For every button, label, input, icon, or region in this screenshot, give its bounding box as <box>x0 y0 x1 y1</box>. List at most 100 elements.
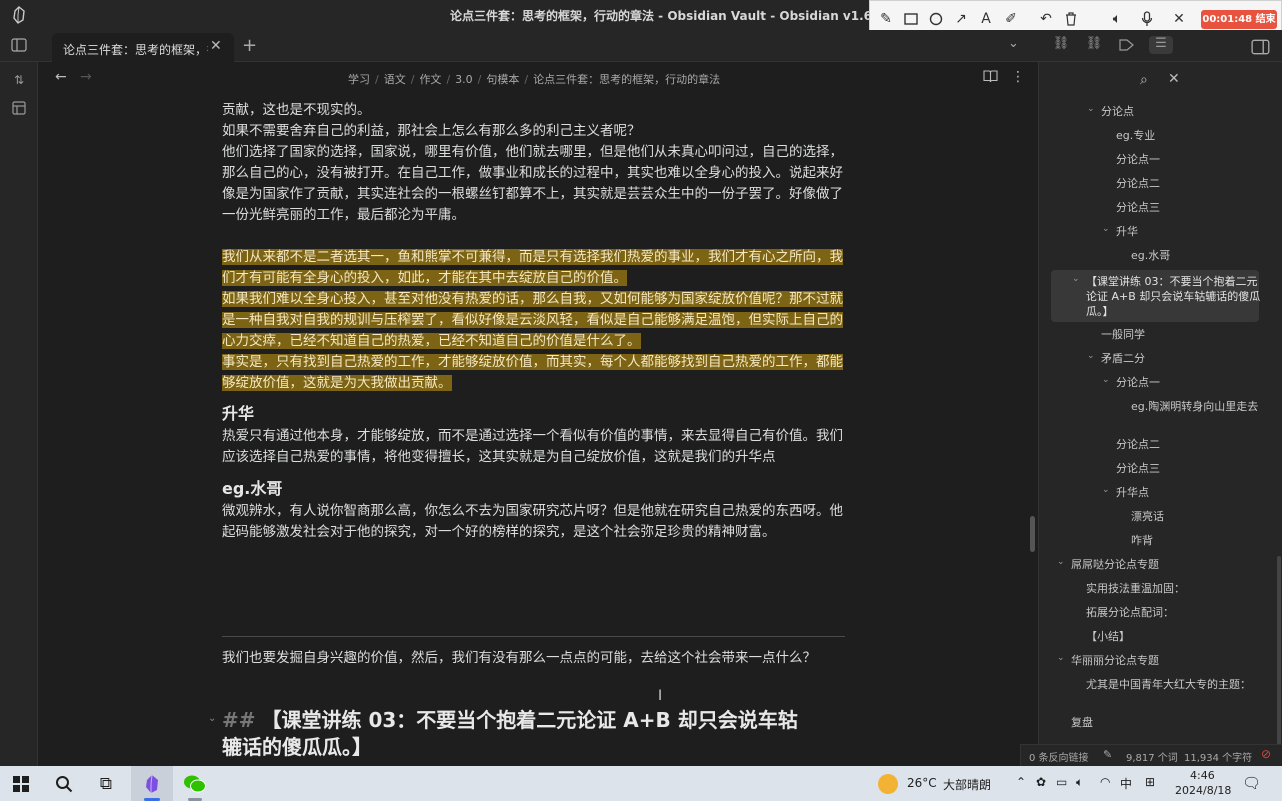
breadcrumb-item[interactable]: 3.0 <box>455 73 473 86</box>
outline-item[interactable]: 分论点一 <box>1116 375 1261 390</box>
fold-chevron-icon[interactable]: ⌄ <box>208 713 216 724</box>
tags-icon[interactable] <box>1117 36 1137 54</box>
outline-item[interactable]: 升华 <box>1116 224 1261 239</box>
notification-icon[interactable]: 🗨︎ <box>1242 774 1261 792</box>
arrow-icon[interactable]: ↗ <box>952 10 970 28</box>
rectangle-icon[interactable] <box>902 10 920 28</box>
outline-chevron-icon[interactable]: ⌄ <box>1102 224 1110 234</box>
outline-item[interactable]: eg.水哥 <box>1131 248 1261 263</box>
outline-scrollbar[interactable] <box>1277 556 1281 756</box>
text-icon[interactable]: A <box>977 10 995 28</box>
breadcrumb-current[interactable]: 论点三件套：思考的框架，行动的章法 <box>533 73 720 86</box>
new-tab-button[interactable]: + <box>242 35 257 56</box>
outline-item[interactable]: 升华点 <box>1116 485 1261 500</box>
weather-description[interactable]: 大部晴朗 <box>943 776 991 793</box>
quick-switcher-icon[interactable]: ⇅ <box>10 73 28 91</box>
windows-start-icon[interactable] <box>9 772 33 796</box>
navigate-forward-icon[interactable]: → <box>80 69 92 85</box>
highlighter-icon[interactable]: ✐ <box>1002 10 1020 28</box>
breadcrumb-item[interactable]: 语文 <box>384 73 406 86</box>
weather-temperature[interactable]: 26°C <box>907 776 937 790</box>
outline-chevron-icon[interactable]: ⌄ <box>1102 485 1110 495</box>
outline-item[interactable]: 一般同学 <box>1101 327 1261 342</box>
left-sidebar-toggle-icon[interactable] <box>11 38 27 52</box>
outline-chevron-icon[interactable]: ⌄ <box>1087 104 1095 114</box>
wifi-icon[interactable]: ◠ <box>1100 775 1110 789</box>
tab-bar: 论点三件套：思考的框架，行动的章法 ✕ + ⌄ ⛓︎ ⛓︎ ☰ <box>0 30 1282 62</box>
template-icon[interactable] <box>10 101 28 119</box>
status-backlinks[interactable]: 0 条反向链接 <box>1029 749 1089 764</box>
status-char-count: 11,934 个字符 <box>1184 753 1253 764</box>
outline-chevron-icon[interactable]: ⌄ <box>1072 274 1080 284</box>
outline-item[interactable]: 咋背 <box>1131 533 1261 548</box>
collapse-all-icon[interactable]: ✕ <box>1168 71 1180 87</box>
outline-item[interactable]: 分论点二 <box>1116 437 1261 452</box>
show-hidden-icons-chevron-icon[interactable]: ⌃ <box>1016 775 1026 789</box>
outline-sidebar: ⌕ ✕ ⌄ 分论点 eg.专业 分论点一 分论点二 分论点三 ⌄ 升华 eg.水哥 ⌄ 【课堂讲练 … <box>1038 62 1282 766</box>
undo-icon[interactable]: ↶ <box>1037 10 1055 28</box>
left-ribbon: ⇅ <box>0 62 38 766</box>
obsidian-app-icon[interactable] <box>140 772 164 796</box>
outline-item[interactable]: 拓展分论点配词： <box>1086 605 1261 620</box>
outline-chevron-icon[interactable]: ⌄ <box>1057 557 1065 567</box>
tray-app-icon[interactable]: ✿ <box>1036 775 1046 789</box>
outline-chevron-icon[interactable]: ⌄ <box>1087 351 1095 361</box>
microphone-icon[interactable] <box>1138 10 1156 28</box>
outline-item[interactable]: 漂亮话 <box>1131 509 1261 524</box>
chevron-down-icon[interactable]: ⌄ <box>1008 36 1019 51</box>
wechat-app-icon[interactable] <box>183 772 207 796</box>
outline-item[interactable]: 分论点 <box>1101 104 1261 119</box>
pencil-icon[interactable]: ✎ <box>1103 748 1112 761</box>
outline-item[interactable]: 屌屌哒分论点专题 <box>1071 557 1261 572</box>
close-icon[interactable]: ✕ <box>1170 10 1188 28</box>
outline-chevron-icon[interactable]: ⌄ <box>1057 653 1065 663</box>
clock-time[interactable]: 4:46 <box>1190 769 1215 782</box>
outline-item[interactable]: 华丽丽分论点专题 <box>1071 653 1261 668</box>
right-sidebar-toggle-icon[interactable] <box>1251 38 1271 56</box>
outline-chevron-icon[interactable]: ⌄ <box>1102 375 1110 385</box>
task-view-icon[interactable]: ⧉ <box>94 772 118 796</box>
trash-icon[interactable] <box>1062 10 1080 28</box>
outline-item[interactable]: 矛盾二分 <box>1101 351 1261 366</box>
tab-close-icon[interactable]: ✕ <box>210 38 222 54</box>
outline-item[interactable]: eg.陶渊明转身向山里走去 <box>1131 399 1261 414</box>
note-content[interactable]: 贡献，这也是不现实的。 如果不需要舍弃自己的利益，那社会上怎么有那么多的利己主义… <box>222 100 847 543</box>
reading-view-icon[interactable] <box>983 70 998 87</box>
breadcrumb-item[interactable]: 学习 <box>348 73 370 86</box>
recording-timer-stop-button[interactable]: 00:01:48 结束 <box>1201 10 1277 29</box>
input-method-indicator[interactable]: 中 <box>1120 775 1132 792</box>
circle-icon[interactable] <box>927 10 945 28</box>
tab-active-note[interactable]: 论点三件套：思考的框架，行动的章法 ✕ <box>52 33 234 62</box>
outline-item[interactable]: 分论点一 <box>1116 152 1261 167</box>
search-icon[interactable]: ⌕ <box>1140 72 1148 88</box>
breadcrumb-item[interactable]: 作文 <box>419 73 441 86</box>
outline-item[interactable]: eg.专业 <box>1116 128 1261 143</box>
battery-icon[interactable]: ▭ <box>1056 775 1067 789</box>
outline-item-active[interactable]: 【课堂讲练 03：不要当个抱着二元论证 A+B 却只会说车轱辘话的傻瓜瓜。】 <box>1086 274 1261 319</box>
outline-item[interactable]: 尤其是中国青年大红大专的主题： <box>1086 677 1261 692</box>
more-options-icon[interactable]: ⋮ <box>1011 69 1025 85</box>
ime-mode-icon[interactable]: ⊞ <box>1145 775 1155 789</box>
outline-item[interactable]: 分论点二 <box>1116 176 1261 191</box>
pen-icon[interactable]: ✎ <box>877 10 895 28</box>
heading-2[interactable]: ## 【课堂讲练 03：不要当个抱着二元论证 A+B 却只会说车轱 辘话的傻瓜瓜。… <box>222 707 798 761</box>
outline-item[interactable]: 分论点三 <box>1116 461 1261 476</box>
weather-partly-sunny-icon[interactable] <box>878 774 898 794</box>
breadcrumb-item[interactable]: 句模本 <box>486 73 519 86</box>
outgoing-links-icon[interactable]: ⛓︎ <box>1084 36 1104 54</box>
navigate-back-icon[interactable]: ← <box>55 69 67 85</box>
outline-item[interactable]: 【小结】 <box>1086 629 1261 644</box>
highlighted-paragraph: 如果我们难以全身心投入，甚至对他没有热爱的话，那么自我，又如何能够为国家绽放价值… <box>222 289 847 352</box>
volume-icon[interactable]: 🔈︎ <box>1076 775 1083 790</box>
outline-item[interactable]: 分论点三 <box>1116 200 1261 215</box>
sync-off-icon[interactable]: ⊘ <box>1261 747 1271 761</box>
outline-item[interactable]: 实用技法重温加固： <box>1086 581 1261 596</box>
outline-item[interactable]: 复盘 <box>1071 715 1261 730</box>
clock-date[interactable]: 2024/8/18 <box>1175 784 1231 797</box>
outline-icon[interactable]: ☰ <box>1149 36 1173 54</box>
speaker-icon[interactable]: 🔈︎ <box>1108 10 1126 28</box>
highlight-text: 我们从来都不是二者选其一，鱼和熊掌不可兼得，而是只有选择我们热爱的事业，我们才有… <box>222 249 843 286</box>
backlinks-icon[interactable]: ⛓︎ <box>1051 36 1071 54</box>
search-icon[interactable] <box>52 772 76 796</box>
editor-scrollbar[interactable] <box>1030 516 1035 552</box>
